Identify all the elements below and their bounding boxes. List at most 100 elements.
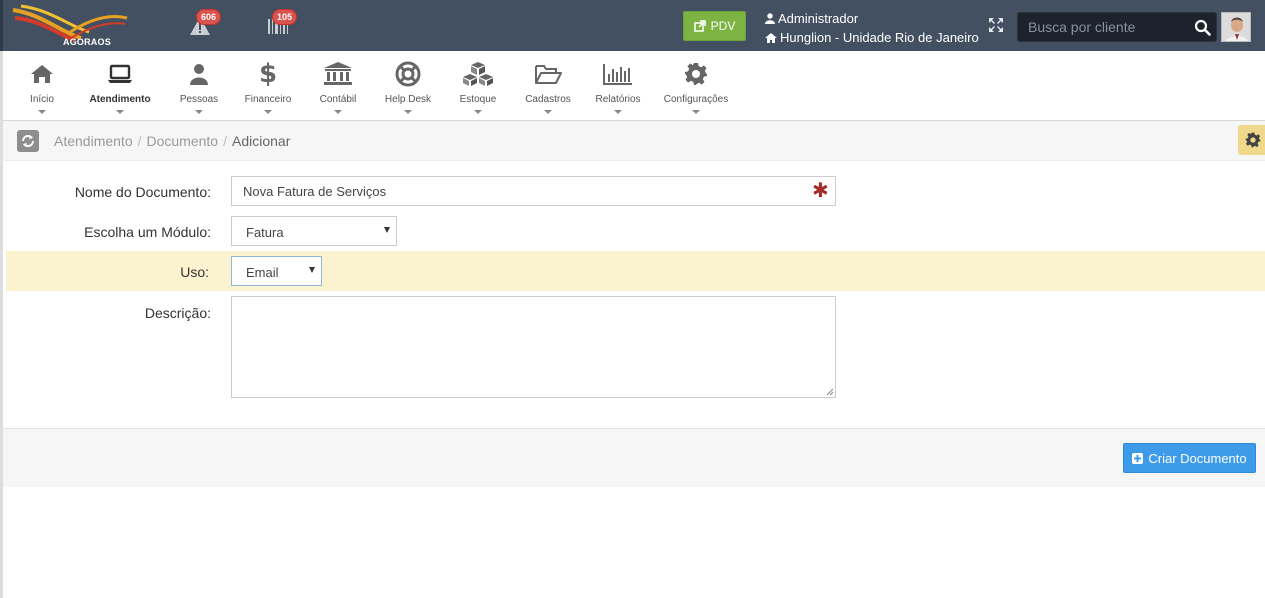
chevron-down-icon [309, 267, 315, 273]
breadcrumb: Atendimento / Documento / Adicionar [54, 133, 290, 149]
logo-text: AGORAOS [63, 37, 111, 47]
external-link-icon [693, 20, 706, 32]
nav-label: Estoque [459, 94, 497, 105]
unit-row[interactable]: Hunglion - Unidade Rio de Janeiro [765, 28, 979, 47]
pdv-label: PDV [710, 19, 736, 33]
nav-item-relatorios[interactable]: Relatórios [591, 51, 645, 121]
dollar-icon: $ [258, 59, 278, 89]
agoraos-logo[interactable]: AGORAOS [11, 4, 129, 47]
nome-label: Nome do Documento: [74, 184, 211, 200]
laptop-icon [108, 64, 132, 83]
search-icon[interactable] [1194, 19, 1211, 41]
barcode-notification[interactable]: 105 [267, 9, 307, 46]
avatar[interactable] [1221, 12, 1251, 42]
uso-selected-value: Email [246, 265, 279, 280]
nav-label: Relatórios [595, 94, 641, 105]
form-row-nome: Nome do Documento: Nova Fatura de Serviç… [8, 176, 1265, 206]
modulo-select[interactable]: Fatura [231, 216, 397, 246]
user-photo-icon [1222, 13, 1250, 41]
left-border [0, 487, 3, 598]
required-asterisk-icon: ✱ [812, 180, 829, 202]
chevron-down-icon [116, 110, 124, 114]
modulo-label: Escolha um Módulo: [84, 224, 211, 240]
nav-item-atendimento[interactable]: Atendimento [83, 51, 157, 121]
user-row[interactable]: Administrador [765, 9, 979, 28]
chevron-down-icon [38, 110, 46, 114]
breadcrumb-current: Adicionar [231, 133, 291, 149]
nav-label: Financeiro [244, 94, 292, 105]
folder-open-icon [535, 65, 562, 84]
descricao-label: Descrição: [144, 305, 211, 321]
chevron-down-icon [334, 110, 342, 114]
user-name: Administrador [778, 11, 859, 26]
descricao-textarea[interactable] [231, 296, 836, 398]
top-bar: AGORAOS 606 105 PDV Administrador Hungli… [0, 0, 1265, 51]
form-row-descricao: Descrição: [8, 296, 1265, 398]
alerts-notification[interactable]: 606 [189, 9, 229, 46]
user-icon [765, 13, 775, 24]
nav-label: Atendimento [89, 94, 151, 105]
nav-item-configuracoes[interactable]: Configurações [661, 51, 731, 121]
breadcrumb-separator: / [137, 133, 142, 149]
bank-icon [324, 62, 352, 85]
pdv-button[interactable]: PDV [683, 11, 746, 41]
nome-documento-value: Nova Fatura de Serviços [243, 184, 387, 199]
user-info: Administrador Hunglion - Unidade Rio de … [765, 9, 979, 47]
criar-documento-button[interactable]: Criar Documento [1123, 443, 1256, 473]
nav-label: Configurações [663, 94, 729, 105]
chevron-down-icon [692, 110, 700, 114]
lifebuoy-icon [395, 61, 421, 87]
nav-item-contabil[interactable]: Contábil [315, 51, 361, 121]
nav-item-cadastros[interactable]: Cadastros [521, 51, 575, 121]
chevron-down-icon [264, 110, 272, 114]
document-form: Nome do Documento: Nova Fatura de Serviç… [0, 161, 1265, 428]
resize-grip-icon[interactable] [826, 388, 834, 396]
main-nav: Início Atendimento Pessoas $ Financeiro [0, 51, 1265, 121]
uso-select[interactable]: Email [231, 256, 322, 286]
breadcrumb-separator: / [223, 133, 227, 149]
breadcrumb-bar: Atendimento / Documento / Adicionar [0, 121, 1265, 161]
home-icon [765, 32, 777, 43]
user-icon [190, 64, 208, 85]
criar-documento-label: Criar Documento [1148, 450, 1247, 466]
gear-icon [685, 63, 707, 85]
fullscreen-icon[interactable] [988, 17, 1004, 38]
page-settings-button[interactable] [1238, 125, 1265, 155]
barcode-badge: 105 [272, 9, 298, 25]
plus-square-icon [1132, 452, 1144, 464]
cubes-icon [463, 62, 493, 86]
search-input[interactable] [1018, 13, 1188, 41]
chevron-down-icon [384, 227, 390, 233]
home-icon [31, 65, 53, 83]
refresh-button[interactable] [17, 130, 39, 152]
chevron-down-icon [614, 110, 622, 114]
nav-item-pessoas[interactable]: Pessoas [177, 51, 221, 121]
nav-item-estoque[interactable]: Estoque [455, 51, 501, 121]
nome-documento-input[interactable]: Nova Fatura de Serviços [231, 176, 836, 206]
nav-label: Cadastros [525, 94, 571, 105]
modulo-selected-value: Fatura [246, 225, 284, 240]
refresh-icon [22, 135, 34, 147]
chevron-down-icon [404, 110, 412, 114]
nav-label: Contábil [319, 94, 357, 105]
chevron-down-icon [544, 110, 552, 114]
nav-label: Pessoas [179, 94, 219, 105]
nav-label: Início [30, 94, 54, 105]
unit-name: Hunglion - Unidade Rio de Janeiro [780, 30, 979, 45]
alerts-badge: 606 [196, 9, 222, 25]
chevron-down-icon [195, 110, 203, 114]
nav-item-inicio[interactable]: Início [25, 51, 59, 121]
form-actions-bar: Criar Documento [0, 428, 1265, 487]
gear-icon [1245, 132, 1261, 148]
breadcrumb-documento[interactable]: Documento [147, 133, 219, 149]
uso-label: Uso: [180, 264, 209, 280]
form-row-uso: Uso: Email [6, 251, 1265, 291]
client-search [1017, 12, 1217, 42]
nav-item-help-desk[interactable]: Help Desk [381, 51, 435, 121]
breadcrumb-atendimento[interactable]: Atendimento [54, 133, 133, 149]
bar-chart-icon [603, 64, 632, 85]
nav-label: Help Desk [384, 94, 432, 105]
chevron-down-icon [474, 110, 482, 114]
nav-item-financeiro[interactable]: $ Financeiro [241, 51, 295, 121]
form-row-modulo: Escolha um Módulo: Fatura [8, 216, 1265, 246]
